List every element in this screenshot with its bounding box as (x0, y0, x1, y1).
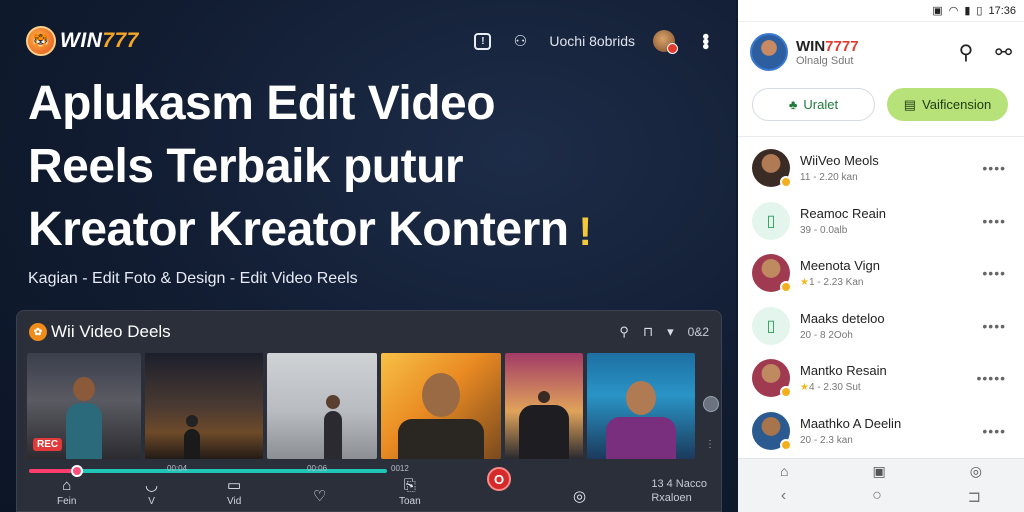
nav-favorite[interactable]: ♡ (313, 487, 326, 507)
editor-logo-icon: ✿ (29, 323, 47, 341)
top-bar: 🐯 WIN777 ! ⚇ Uochi 8obrids ••• (26, 26, 716, 56)
more-icon[interactable]: ⋮ (705, 439, 715, 450)
top-actions: ! ⚇ Uochi 8obrids ••• (474, 30, 716, 54)
headline-line-1: Aplukasm Edit Video (28, 77, 496, 130)
share-icon[interactable]: ⚯ (995, 40, 1012, 65)
effects-icon: ◎ (573, 488, 587, 505)
account-link[interactable]: Uochi 8obrids (549, 33, 635, 49)
nav-effects[interactable]: ◎ (573, 487, 586, 507)
status-bar: ▣ ◠ ▮ ▯ 17:36 (738, 0, 1024, 22)
scroll-handle[interactable] (703, 396, 719, 412)
nav-video[interactable]: ▭ Vid (227, 476, 241, 507)
nav-status-note: 13 4 Nacco Rxaloen (651, 478, 707, 504)
nav-tools[interactable]: ⎘ Toan (399, 476, 421, 507)
tools-icon: ⎘ (403, 477, 416, 494)
brand-logo-icon[interactable]: 🐯 (26, 26, 56, 56)
sim-icon: ▣ (932, 5, 943, 17)
phone-panel: ▣ ◠ ▮ ▯ 17:36 WIN7777 Olnalg Sdut ⚲ ⚯ ♣ U… (738, 0, 1024, 512)
heart-icon: ♡ (313, 488, 327, 505)
editor-bottom-nav: ⌂ Fein ◡ V ▭ Vid ♡ ⎘ Toan O ◎ 13 4 Nacco Rxal… (17, 465, 723, 511)
tree-icon: ♣ (788, 97, 798, 112)
phone-subtitle: Olnalg Sdut (796, 54, 854, 67)
phone-header: WIN7777 Olnalg Sdut ⚲ ⚯ (750, 30, 1012, 74)
avatar (752, 411, 792, 451)
more-icon[interactable]: •••• (982, 213, 1006, 229)
project-list: WiiVeo Meols 11 - 2.20 kan •••• ▯ Reamoc … (738, 142, 1024, 457)
list-item[interactable]: WiiVeo Meols 11 - 2.20 kan •••• (738, 142, 1024, 195)
tab-right[interactable]: ▤ Vaificension (887, 88, 1008, 121)
list-item[interactable]: ▯ Reamoc Reain 39 - 0.0alb •••• (738, 195, 1024, 248)
share-icon[interactable]: ⚇ (509, 30, 531, 52)
editor-title: Wii Video Deels (51, 322, 171, 341)
back-icon[interactable]: ‹ (781, 487, 786, 507)
nav-home[interactable]: ⌂ Fein (57, 476, 76, 507)
avatar (752, 254, 792, 294)
phone-header-actions: ⚲ ⚯ (959, 40, 1012, 65)
record-button[interactable]: O (487, 467, 511, 491)
profile-avatar[interactable] (750, 33, 788, 71)
home-circle-icon[interactable]: ○ (872, 487, 882, 507)
editor-tools: ⚲ ⊓ ▾ 0&2 (619, 324, 709, 340)
filter-icon[interactable]: ▾ (667, 324, 674, 340)
document-icon: ▯ (752, 306, 790, 345)
avatar (752, 149, 792, 189)
clip-thumbnail[interactable] (505, 353, 583, 459)
user-avatar[interactable] (653, 30, 678, 54)
headline-line-2: Reels Terbaik putur (28, 140, 464, 193)
arc-icon: ◡ (145, 477, 159, 494)
phone-bottom-nav: ⌂ ▣ ◎ ‹ ○ ⊐ (738, 458, 1024, 512)
status-time: 17:36 (988, 4, 1016, 17)
home-icon[interactable]: ⌂ (780, 463, 788, 480)
clip-counter: 0&2 (687, 325, 709, 339)
search-icon[interactable]: ⚲ (959, 40, 974, 65)
list-item[interactable]: ▯ Maaks deteloo 20 - 8 2Ooh •••• (738, 300, 1024, 353)
phone-tabs: ♣ Uralet ▤ Vaificension (752, 88, 1008, 121)
phone-title: WIN7777 (796, 37, 859, 55)
list-icon: ▤ (903, 96, 917, 112)
more-icon[interactable]: ••••• (976, 370, 1006, 386)
brand-name[interactable]: WIN777 (60, 29, 139, 53)
clip-thumbnail[interactable] (145, 353, 263, 459)
clip-thumbnail[interactable]: REC (27, 353, 141, 459)
discover-icon[interactable]: ◎ (970, 463, 982, 480)
nav-item-2[interactable]: ◡ V (145, 476, 158, 507)
home-icon: ⌂ (62, 477, 72, 494)
more-icon[interactable]: •••• (982, 423, 1006, 439)
list-item[interactable]: Maathko A Deelin 20 - 2.3 kan •••• (738, 405, 1024, 458)
headline-line-3: Kreator Kreator Kontern! (28, 203, 592, 256)
more-icon[interactable]: •••• (982, 318, 1006, 334)
document-icon: ▯ (752, 201, 790, 240)
clip-thumbnail[interactable] (267, 353, 377, 459)
tab-left[interactable]: ♣ Uralet (752, 88, 875, 121)
signal-icon: ▮ (964, 5, 971, 17)
recents-icon[interactable]: ⊐ (968, 487, 981, 507)
more-icon[interactable]: •••• (982, 265, 1006, 281)
list-item[interactable]: Mantko Resain ★4 - 2.30 Sut ••••• (738, 352, 1024, 405)
clip-thumbnail[interactable] (381, 353, 501, 459)
rec-badge: REC (33, 438, 63, 451)
video-icon: ▭ (227, 477, 242, 494)
more-icon[interactable]: •••• (982, 160, 1006, 176)
search-icon[interactable]: ⚲ (619, 324, 629, 340)
list-item[interactable]: Meenota Vign ★1 - 2.23 Kan •••• (738, 247, 1024, 300)
wifi-icon: ◠ (948, 5, 959, 17)
battery-icon: ▯ (976, 5, 983, 17)
avatar (752, 359, 792, 399)
editor-header: ✿ Wii Video Deels ⚲ ⊓ ▾ 0&2 (17, 311, 721, 353)
inbox-icon[interactable]: ▣ (872, 463, 885, 480)
hero-section: 🐯 WIN777 ! ⚇ Uochi 8obrids ••• Aplukasm … (0, 0, 736, 512)
clip-thumbnail[interactable] (587, 353, 695, 459)
phone-titles: WIN7777 Olnalg Sdut (796, 38, 859, 67)
video-editor-panel: ✿ Wii Video Deels ⚲ ⊓ ▾ 0&2 REC ⋮ 00:04 … (16, 310, 722, 512)
divider (738, 136, 1024, 137)
clip-strip: REC (27, 353, 717, 459)
exclaim-icon: ! (578, 210, 592, 254)
feature-subline: Kagian - Edit Foto & Design - Edit Video… (28, 270, 358, 287)
kebab-menu-icon[interactable]: ••• (693, 33, 716, 48)
page-headline: Aplukasm Edit Video Reels Terbaik putur … (28, 72, 718, 264)
pin-icon[interactable]: ⊓ (643, 324, 653, 340)
square-badge-icon[interactable]: ! (474, 32, 492, 50)
